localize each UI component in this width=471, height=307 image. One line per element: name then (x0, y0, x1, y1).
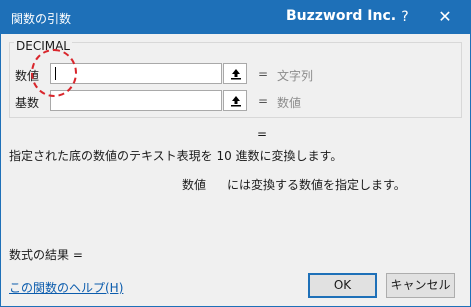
function-result-equals: = (257, 127, 268, 141)
help-button[interactable]: ? (393, 5, 417, 29)
collapse-dialog-icon (231, 96, 241, 107)
radix-input[interactable] (50, 90, 222, 111)
number-value-hint: 文字列 (277, 69, 314, 83)
function-description: 指定された底の数値のテキスト表現を 10 進数に変換します。 (9, 149, 343, 163)
argument-description-text: には変換する数値を指定します。 (227, 178, 406, 192)
equals-sign-number: = (258, 67, 269, 81)
window-title: 関数の引数 (11, 12, 72, 26)
arg-label-radix: 基数 (15, 96, 40, 110)
close-button[interactable]: ✕ (433, 5, 457, 29)
function-help-link[interactable]: この関数のヘルプ(H) (9, 279, 123, 296)
cancel-button[interactable]: キャンセル (386, 273, 455, 298)
function-arguments-dialog: 関数の引数 Buzzword Inc. ? ✕ DECIMAL 数値 = 文字列… (0, 0, 471, 307)
ok-button[interactable]: OK (308, 273, 377, 298)
equals-sign-radix: = (258, 94, 269, 108)
title-bar[interactable]: 関数の引数 Buzzword Inc. ? ✕ (1, 1, 470, 34)
annotation-circle (31, 49, 77, 97)
collapse-dialog-button-radix[interactable] (223, 90, 247, 111)
formula-result: 数式の結果 = (9, 248, 83, 262)
argument-description-name: 数値 (182, 178, 207, 192)
watermark-text: Buzzword Inc. (286, 8, 397, 24)
collapse-dialog-icon (231, 69, 241, 80)
collapse-dialog-button-number[interactable] (223, 63, 247, 84)
radix-value-hint: 数値 (277, 96, 302, 110)
